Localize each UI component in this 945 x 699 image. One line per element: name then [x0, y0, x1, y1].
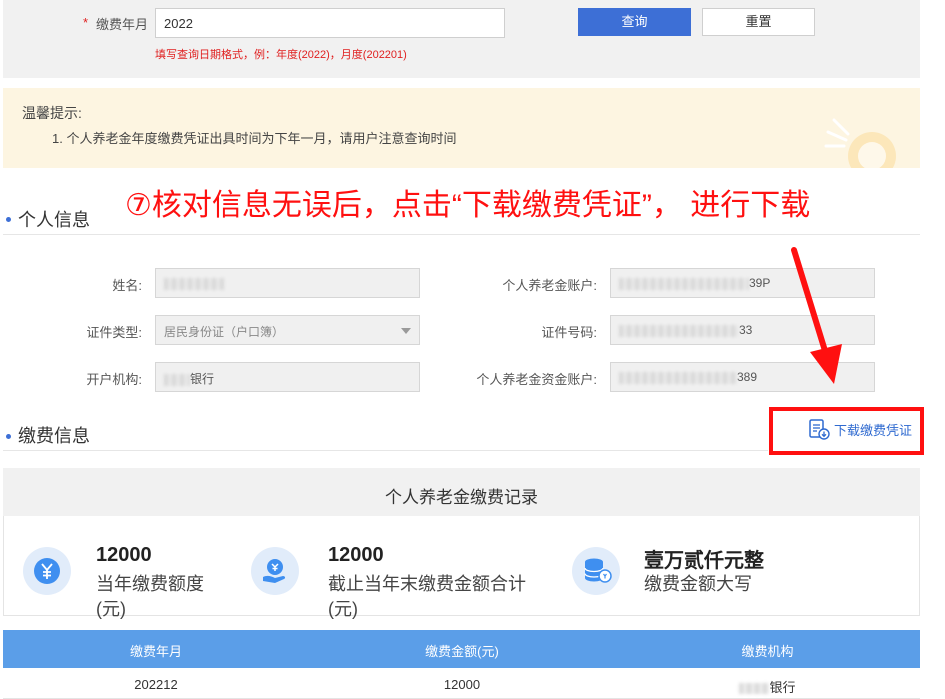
table-cell: 202212 [134, 677, 178, 692]
masked-value [739, 683, 770, 695]
payment-month-input[interactable]: 2022 [155, 8, 505, 38]
date-format-hint: 填写查询日期格式，例：年度(2022)，月度(202201) [155, 49, 407, 61]
id-type-select[interactable]: 居民身份证（户口簿） [155, 315, 420, 345]
instruction-annotation: ⑦核对信息无误后，点击“下载缴费凭证”， 进行下载 [125, 189, 811, 222]
download-voucher-link[interactable]: 下载缴费凭证 [808, 418, 912, 440]
name-field [155, 268, 420, 298]
personal-info-title: 个人信息 [18, 210, 90, 230]
fund-account-suffix: 389 [737, 370, 758, 384]
id-type-value: 居民身份证（户口簿） [164, 325, 285, 339]
query-button[interactable]: 查询 [578, 8, 691, 36]
masked-value [164, 277, 224, 290]
stat-value: 壹万贰仟元整 [644, 550, 764, 572]
required-star: * [83, 15, 89, 30]
masked-value [619, 277, 749, 290]
section-bullet [6, 434, 11, 439]
stat-caption: 当年缴费额度 [96, 574, 204, 594]
stat-caption-unit: (元) [96, 599, 126, 619]
payment-info-title: 缴费信息 [18, 426, 90, 446]
bank-value: 银行 [190, 372, 215, 386]
id-type-label: 证件类型: [86, 325, 142, 340]
stat-value: 12000 [328, 544, 384, 566]
yen-icon [23, 547, 71, 595]
column-header: 缴费金额(元) [425, 644, 499, 659]
id-number-label: 证件号码: [541, 325, 597, 340]
section-divider [3, 450, 768, 451]
masked-value [619, 324, 739, 337]
record-title: 个人养老金缴费记录 [385, 488, 538, 507]
id-number-suffix: 33 [739, 323, 753, 337]
column-header: 缴费年月 [129, 644, 182, 659]
table-cell: 银行 [615, 677, 920, 696]
account-suffix: 39P [749, 276, 771, 290]
stat-caption: 截止当年末缴费金额合计 [328, 574, 526, 594]
column-header: 缴费机构 [741, 644, 794, 659]
table-cell: 12000 [443, 677, 481, 692]
chevron-down-icon [401, 328, 411, 334]
masked-value [619, 371, 737, 384]
coin-stack-icon [572, 547, 620, 595]
stat-caption-unit: (元) [328, 599, 358, 619]
hand-coin-icon [251, 547, 299, 595]
tip-decoration-icon [824, 118, 896, 168]
section-divider [3, 234, 920, 235]
bank-label: 开户机构: [86, 372, 142, 387]
account-label: 个人养老金账户: [502, 278, 597, 293]
reset-button[interactable]: 重置 [702, 8, 815, 36]
tip-title: 温馨提示: [22, 105, 82, 121]
payment-month-label: 缴费年月 [96, 17, 149, 32]
stat-value: 12000 [96, 544, 152, 566]
section-bullet [6, 217, 11, 222]
tip-line: 1. 个人养老金年度缴费凭证出具时间为下年一月，请用户注意查询时间 [52, 131, 457, 146]
document-download-icon [809, 419, 830, 440]
fund-account-label: 个人养老金资金账户: [476, 372, 597, 387]
institution-value: 银行 [769, 680, 796, 695]
red-arrow-annotation [791, 247, 842, 384]
stat-caption: 缴费金额大写 [644, 574, 752, 594]
masked-value [164, 373, 190, 386]
bank-field: 银行 [155, 362, 420, 392]
download-link-label: 下载缴费凭证 [834, 422, 913, 438]
name-label: 姓名: [112, 278, 142, 293]
